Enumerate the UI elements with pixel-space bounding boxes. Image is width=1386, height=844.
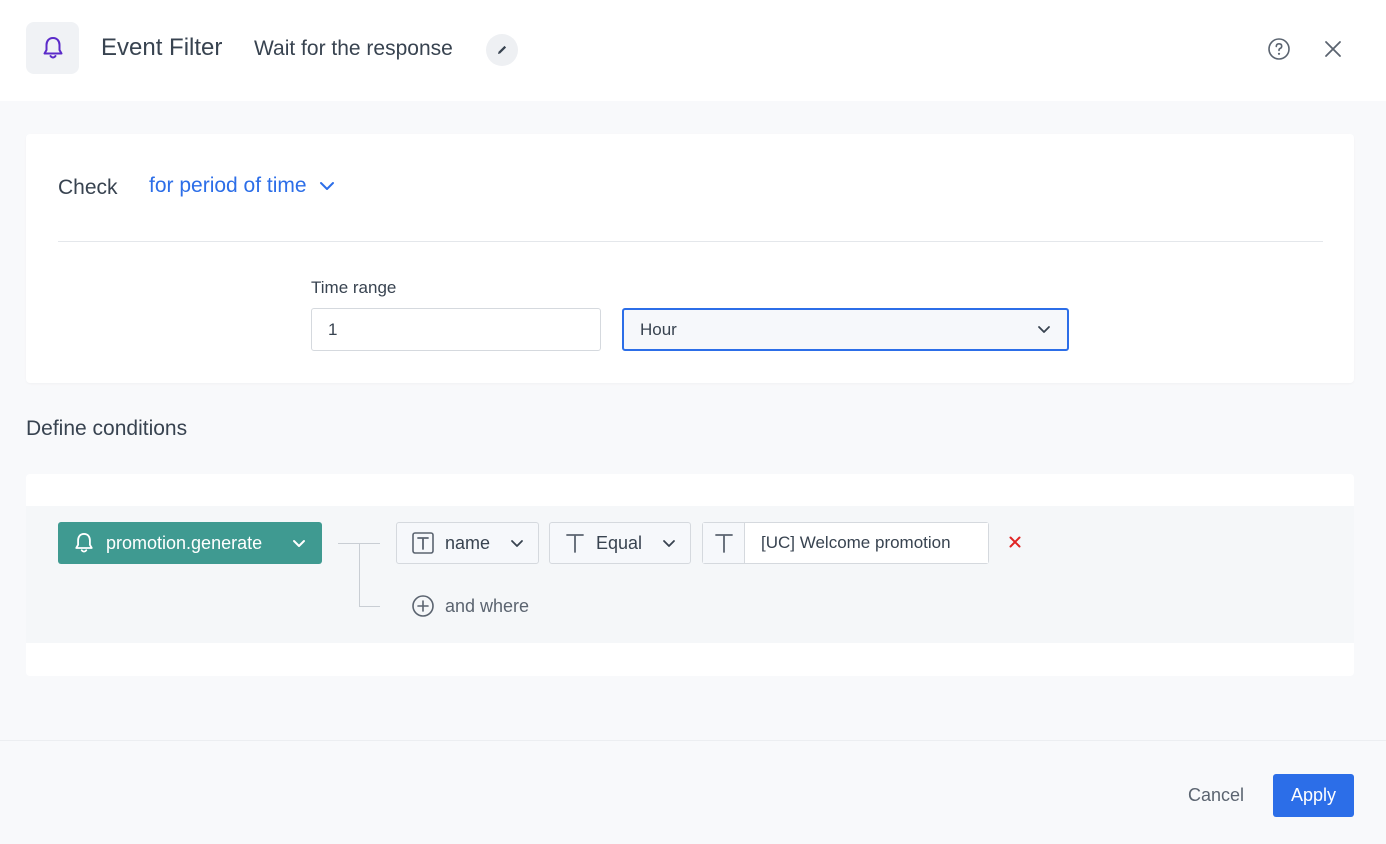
help-button[interactable] bbox=[1264, 34, 1294, 64]
chevron-down-icon bbox=[511, 539, 523, 547]
bell-icon bbox=[43, 37, 62, 59]
add-condition-button[interactable]: and where bbox=[411, 594, 529, 618]
apply-button[interactable]: Apply bbox=[1273, 774, 1354, 817]
bell-icon bbox=[75, 533, 93, 553]
modal-header: Event Filter Wait for the response bbox=[0, 0, 1386, 101]
text-type-icon bbox=[714, 534, 733, 553]
chevron-down-icon bbox=[293, 539, 305, 547]
time-unit-value: Hour bbox=[640, 319, 677, 339]
time-unit-select[interactable]: Hour bbox=[622, 308, 1069, 351]
cancel-button[interactable]: Cancel bbox=[1170, 774, 1262, 817]
operator-value: Equal bbox=[596, 532, 643, 553]
close-button[interactable] bbox=[1318, 34, 1348, 64]
modal-footer: Cancel Apply bbox=[0, 740, 1386, 844]
operator-select[interactable]: Equal bbox=[549, 522, 691, 564]
event-name: promotion.generate bbox=[106, 532, 263, 553]
check-card: Check for period of time Time range Hour bbox=[26, 134, 1354, 383]
pencil-icon bbox=[498, 45, 507, 54]
help-icon bbox=[1268, 38, 1290, 60]
edit-name-button[interactable] bbox=[486, 34, 518, 66]
text-type-icon bbox=[412, 532, 434, 554]
condition-value-field bbox=[702, 522, 989, 564]
node-icon-box bbox=[26, 22, 79, 74]
event-select-button[interactable]: promotion.generate bbox=[58, 522, 322, 564]
conditions-card: promotion.generate name Equal [UC] Welco… bbox=[26, 474, 1354, 676]
condition-group: promotion.generate name Equal [UC] Welco… bbox=[26, 506, 1354, 643]
close-icon bbox=[1009, 536, 1021, 548]
conditions-title: Define conditions bbox=[26, 417, 188, 440]
check-label: Check bbox=[58, 176, 118, 199]
text-type-icon bbox=[566, 534, 584, 553]
chevron-down-icon bbox=[1038, 326, 1050, 333]
node-name: Wait for the response bbox=[254, 37, 453, 60]
time-range-label: Time range bbox=[311, 278, 397, 297]
plus-circle-icon bbox=[412, 595, 434, 617]
condition-value-input[interactable] bbox=[745, 523, 988, 563]
chevron-down-icon bbox=[663, 539, 675, 547]
value-type-button[interactable] bbox=[703, 523, 745, 563]
parameter-select[interactable]: name bbox=[396, 522, 539, 564]
tree-connector bbox=[359, 606, 380, 607]
check-mode-dropdown[interactable]: for period of time bbox=[149, 174, 335, 198]
parameter-value: name bbox=[445, 532, 491, 553]
add-condition-label: and where bbox=[445, 595, 530, 616]
tree-connector bbox=[359, 543, 360, 607]
chevron-down-icon bbox=[319, 182, 334, 190]
time-range-input[interactable] bbox=[311, 308, 601, 351]
check-mode-value: for period of time bbox=[149, 174, 307, 197]
modal-title: Event Filter bbox=[101, 34, 223, 61]
divider bbox=[58, 241, 1323, 242]
close-icon bbox=[1325, 41, 1341, 57]
remove-condition-button[interactable] bbox=[1006, 533, 1024, 551]
